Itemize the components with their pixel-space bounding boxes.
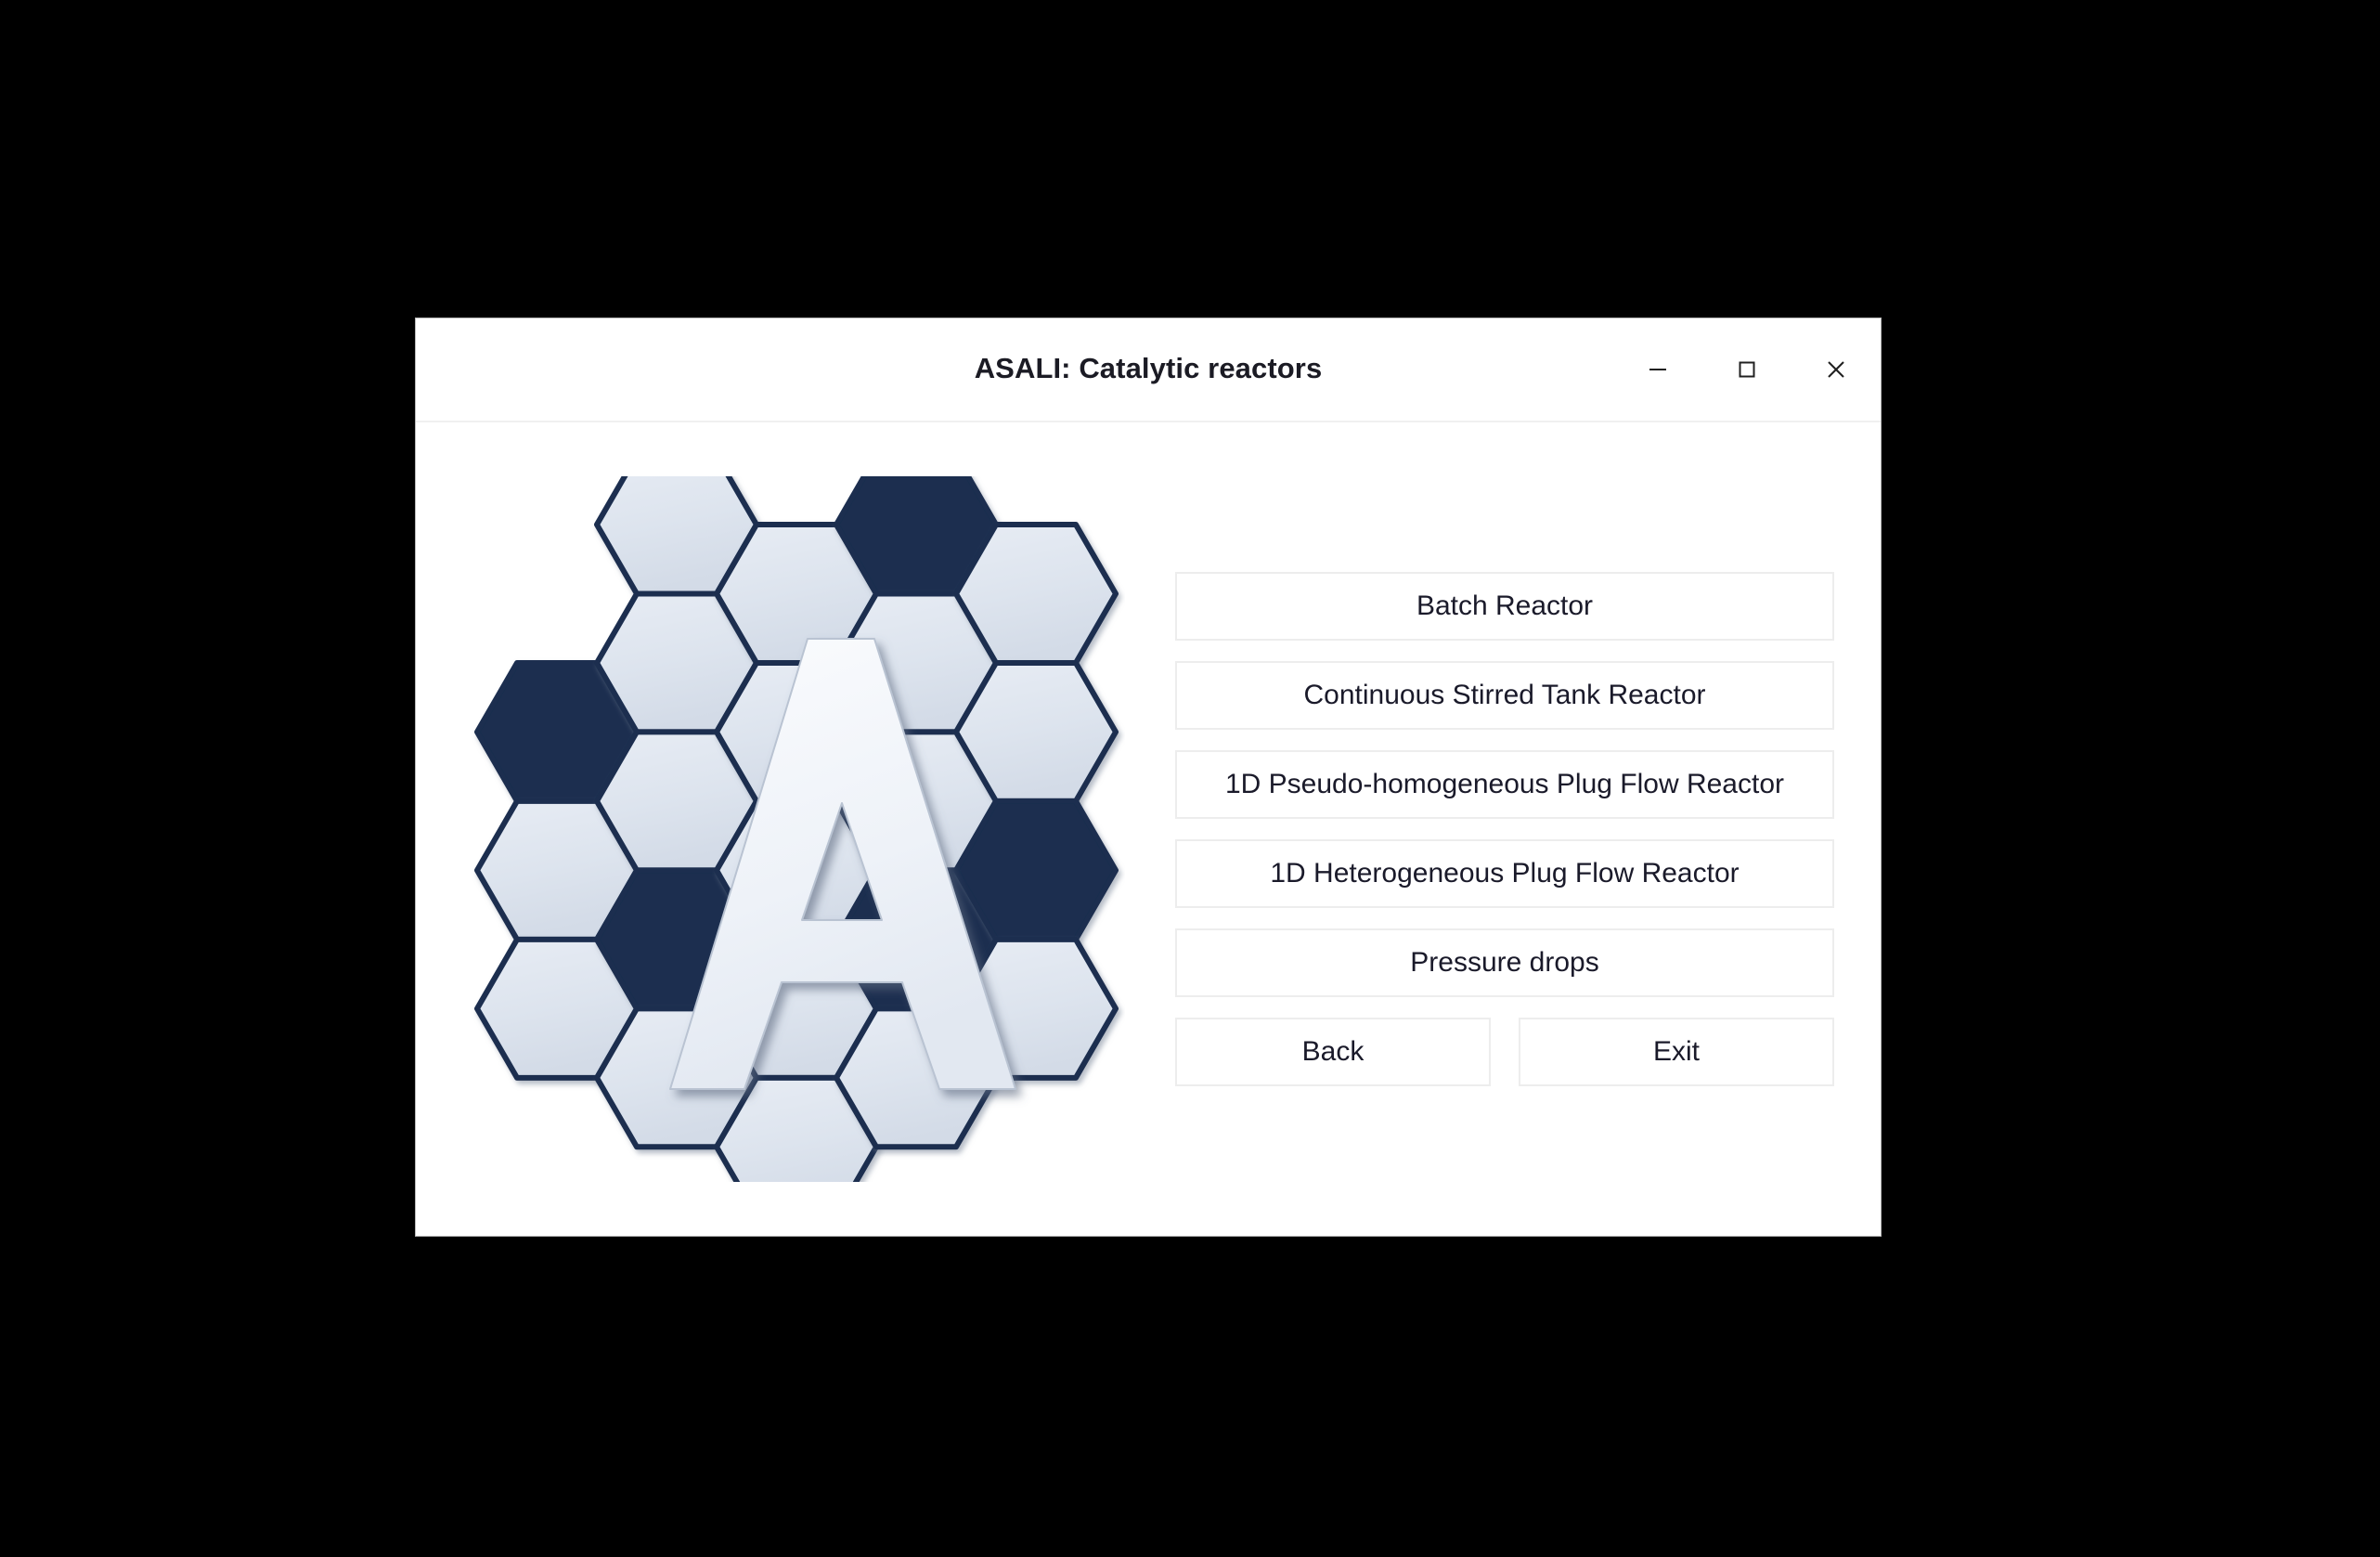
close-icon xyxy=(1821,355,1851,384)
pseudo-homogeneous-pfr-button[interactable]: 1D Pseudo-homogeneous Plug Flow Reactor xyxy=(1175,750,1834,819)
continuous-stirred-tank-reactor-button[interactable]: Continuous Stirred Tank Reactor xyxy=(1175,661,1834,730)
application-window: ASALI: Catalytic reactors Batch Reactor … xyxy=(415,318,1882,1237)
reactor-menu-panel: Batch Reactor Continuous Stirred Tank Re… xyxy=(1175,422,1862,1236)
heterogeneous-pfr-button[interactable]: 1D Heterogeneous Plug Flow Reactor xyxy=(1175,839,1834,908)
maximize-button[interactable] xyxy=(1702,318,1791,421)
window-body: Batch Reactor Continuous Stirred Tank Re… xyxy=(416,422,1881,1236)
heterogeneous-pfr-label: 1D Heterogeneous Plug Flow Reactor xyxy=(1270,858,1740,889)
exit-button[interactable]: Exit xyxy=(1519,1018,1834,1086)
back-label: Back xyxy=(1301,1036,1365,1067)
cstr-label: Continuous Stirred Tank Reactor xyxy=(1303,680,1706,710)
asali-logo-icon xyxy=(474,476,1119,1182)
footer-button-row: Back Exit xyxy=(1175,1018,1834,1086)
pressure-drops-button[interactable]: Pressure drops xyxy=(1175,928,1834,997)
batch-reactor-button[interactable]: Batch Reactor xyxy=(1175,572,1834,641)
logo-panel xyxy=(429,430,1134,1228)
batch-reactor-label: Batch Reactor xyxy=(1416,590,1594,621)
minimize-button[interactable] xyxy=(1613,318,1702,421)
exit-label: Exit xyxy=(1652,1036,1700,1067)
pseudo-homogeneous-pfr-label: 1D Pseudo-homogeneous Plug Flow Reactor xyxy=(1224,769,1784,799)
maximize-icon xyxy=(1733,356,1761,383)
minimize-icon xyxy=(1644,356,1672,383)
pressure-drops-label: Pressure drops xyxy=(1410,947,1599,978)
close-button[interactable] xyxy=(1791,318,1881,421)
title-bar[interactable]: ASALI: Catalytic reactors xyxy=(416,318,1881,422)
window-controls xyxy=(1613,318,1881,421)
back-button[interactable]: Back xyxy=(1175,1018,1491,1086)
